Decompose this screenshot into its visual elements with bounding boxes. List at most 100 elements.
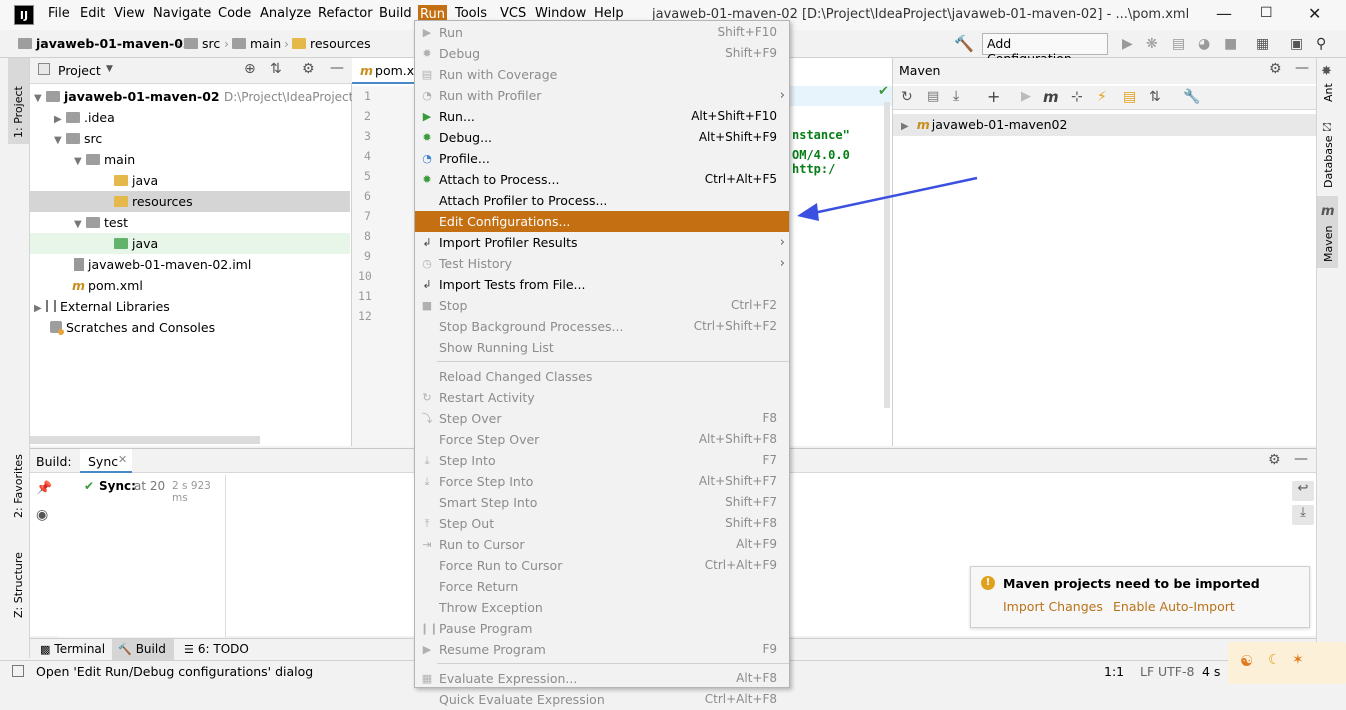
enable-auto-import-link[interactable]: Enable Auto-Import (1113, 599, 1235, 614)
run-menu-item-import-profiler-results[interactable]: ↲ Import Profiler Results › (415, 232, 789, 253)
run-menu-item-debug[interactable]: ✹ Debug Shift+F9 (415, 43, 789, 64)
coverage-icon[interactable]: ▤ (1172, 36, 1185, 52)
run-menu-item-step-over[interactable]: ⤵ Step Over F8 (415, 408, 789, 429)
project-structure-icon[interactable]: ▦ (1256, 36, 1269, 52)
run-menu-item-reload-changed-classes[interactable]: Reload Changed Classes (415, 366, 789, 387)
tool-tab-structure[interactable]: Z: Structure (12, 552, 25, 618)
run-menu-item-edit-configurations[interactable]: Edit Configurations... (415, 211, 789, 232)
tool-tab-project[interactable]: 1: Project (12, 86, 25, 138)
breadcrumb-main[interactable]: main (232, 36, 281, 51)
run-menu-item-test-history[interactable]: ◷ Test History › (415, 253, 789, 274)
run-menu-item-attach-to-process[interactable]: ✹ Attach to Process... Ctrl+Alt+F5 (415, 169, 789, 190)
run-menu-item-attach-profiler-to-process[interactable]: Attach Profiler to Process... (415, 190, 789, 211)
run-menu-item-resume-program[interactable]: ▶ Resume Program F9 (415, 639, 789, 660)
editor-scrollbar[interactable] (884, 102, 890, 408)
run-menu-item-import-tests-from-file[interactable]: ↲ Import Tests from File... (415, 274, 789, 295)
run-menu-item-force-step-into[interactable]: ⤓ Force Step Into Alt+Shift+F7 (415, 471, 789, 492)
moon-icon[interactable]: ☾ (1268, 652, 1281, 668)
chevron-right-icon[interactable]: ▶ (901, 121, 909, 132)
add-configuration-button[interactable]: Add Configuration... (982, 33, 1108, 66)
expand-arrow-icon[interactable]: ▼ (74, 214, 86, 235)
hide-icon[interactable]: — (1294, 451, 1308, 467)
expand-arrow-icon[interactable]: ▼ (74, 151, 86, 172)
run-menu-item-step-out[interactable]: ⤒ Step Out Shift+F8 (415, 513, 789, 534)
gear-icon[interactable]: ⚙ (1269, 61, 1282, 77)
import-changes-link[interactable]: Import Changes (1003, 599, 1103, 614)
soft-wrap-icon[interactable]: ↩ (1292, 481, 1314, 501)
run-menu-item-step-into[interactable]: ⤓ Step Into F7 (415, 450, 789, 471)
maven-project-row[interactable]: ▶ m javaweb-01-maven02 (893, 114, 1317, 136)
menu-tools[interactable]: Tools (455, 6, 487, 21)
run-menu-item-stop[interactable]: ■ Stop Ctrl+F2 (415, 295, 789, 316)
search-icon[interactable]: ⚲ (1316, 36, 1326, 52)
run-menu-item-force-return[interactable]: Force Return (415, 576, 789, 597)
menu-view[interactable]: View (114, 6, 145, 21)
hide-icon[interactable]: — (330, 60, 344, 76)
project-view-selector[interactable]: Project (58, 63, 101, 78)
expand-arrow-icon[interactable]: ▶ (54, 109, 66, 130)
tool-windows-icon[interactable] (12, 665, 24, 677)
horizontal-scrollbar[interactable] (30, 436, 260, 444)
debug-icon[interactable]: ❋ (1146, 36, 1158, 52)
stop-icon[interactable]: ■ (1224, 36, 1237, 52)
expand-arrow-icon[interactable]: ▼ (54, 130, 66, 151)
close-tab-icon[interactable]: ✕ (118, 453, 127, 466)
menu-file[interactable]: File (48, 6, 70, 21)
reimport-icon[interactable]: ↻ (901, 89, 913, 105)
pin-icon[interactable]: 📌 (36, 481, 52, 496)
locate-icon[interactable]: ⊕ (244, 61, 256, 77)
expand-arrow-icon[interactable]: ▶ (34, 298, 46, 319)
maven-goal-icon[interactable]: m (1043, 88, 1059, 106)
skip-tests-icon[interactable]: ▤ (1123, 89, 1136, 105)
tab-todo[interactable]: ☰ 6: TODO (184, 642, 249, 656)
lightning-icon[interactable]: ⚡ (1097, 89, 1107, 105)
expand-arrow-icon[interactable]: ▼ (34, 88, 46, 109)
breadcrumb-project[interactable]: javaweb-01-maven-02 (18, 36, 192, 51)
toggle-offline-icon[interactable]: ⊹ (1071, 89, 1083, 105)
tool-tab-ant[interactable]: Ant (1322, 83, 1335, 102)
add-icon[interactable]: + (987, 87, 1000, 106)
breadcrumb-resources[interactable]: resources (292, 36, 371, 51)
run-menu-item-run-to-cursor[interactable]: ⇥ Run to Cursor Alt+F9 (415, 534, 789, 555)
chevron-down-icon[interactable]: ▼ (106, 64, 113, 74)
hide-icon[interactable]: — (1295, 60, 1309, 76)
minimize-button[interactable]: — (1216, 4, 1232, 23)
run-menu-item-force-step-over[interactable]: Force Step Over Alt+Shift+F8 (415, 429, 789, 450)
run-menu-item-throw-exception[interactable]: Throw Exception (415, 597, 789, 618)
gear-icon[interactable]: ⚙ (1268, 452, 1281, 468)
sync-label[interactable]: Sync: (99, 479, 136, 493)
maximize-button[interactable]: ☐ (1260, 5, 1273, 21)
run-menu-item-evaluate-expression[interactable]: ▦ Evaluate Expression... Alt+F8 (415, 668, 789, 689)
close-button[interactable]: ✕ (1308, 4, 1321, 23)
eye-icon[interactable]: ◉ (36, 507, 48, 523)
run-menu-item-profile[interactable]: ◔ Profile... (415, 148, 789, 169)
tree-item-pom[interactable]: m pom.xml (72, 275, 143, 296)
line-separator[interactable]: LF (1140, 664, 1154, 679)
tool-tab-favorites[interactable]: 2: Favorites (12, 454, 25, 518)
menu-navigate[interactable]: Navigate (153, 6, 211, 21)
download-icon[interactable]: ⤓ (953, 88, 959, 104)
menu-build[interactable]: Build (379, 6, 412, 21)
run-menu-item-run-with-profiler[interactable]: ◔ Run with Profiler › (415, 85, 789, 106)
indent-setting[interactable]: 4 s (1202, 664, 1220, 679)
shirt-icon[interactable]: ✶ (1292, 652, 1304, 668)
tree-item-test-java[interactable]: java (114, 233, 158, 254)
tree-item-external-libraries[interactable]: ▶ External Libraries (34, 296, 170, 317)
tree-item-iml[interactable]: javaweb-01-maven-02.iml (74, 254, 251, 275)
intellij-app-icon[interactable]: IJ (14, 5, 34, 25)
run-menu-item-restart-activity[interactable]: ↻ Restart Activity (415, 387, 789, 408)
run-menu-item-show-running-list[interactable]: Show Running List (415, 337, 789, 358)
tree-item-src[interactable]: ▼ src (54, 128, 102, 149)
run-menu-item-run-with-coverage[interactable]: ▤ Run with Coverage (415, 64, 789, 85)
tree-item-main[interactable]: ▼ main (74, 149, 135, 170)
wrench-icon[interactable]: 🔧 (1183, 89, 1200, 105)
caret-position[interactable]: 1:1 (1104, 664, 1124, 679)
menu-edit[interactable]: Edit (80, 6, 105, 21)
run-menu-item-run[interactable]: ▶ Run Shift+F10 (415, 22, 789, 43)
ime-icon[interactable]: ☯ (1240, 652, 1253, 670)
build-hammer-icon[interactable]: 🔨 (954, 34, 974, 53)
tree-item-scratches[interactable]: Scratches and Consoles (50, 317, 215, 338)
tree-item-main-java[interactable]: java (114, 170, 158, 191)
ime-toolbar[interactable]: ☯ ☾ ✶ (1228, 642, 1346, 684)
gear-icon[interactable]: ⚙ (302, 61, 315, 77)
